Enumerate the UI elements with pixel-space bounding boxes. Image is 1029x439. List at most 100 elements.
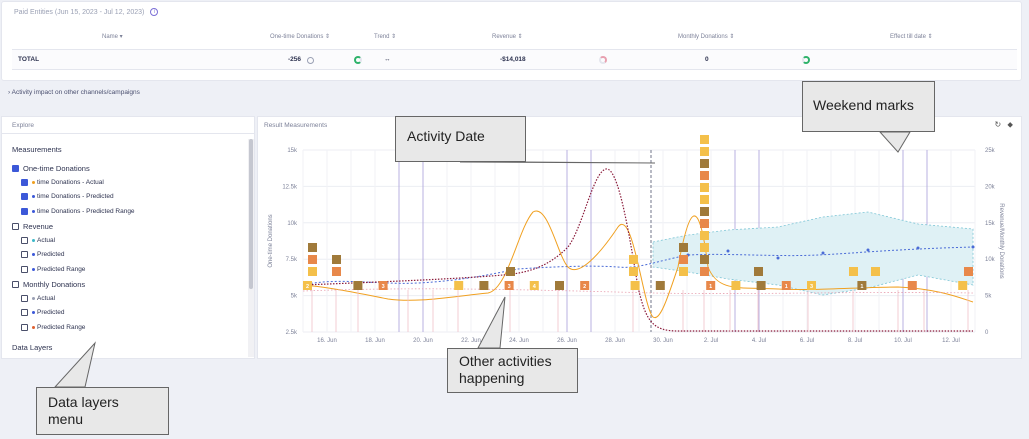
activity-marker: [700, 147, 709, 156]
activity-impact-toggle[interactable]: › Activity impact on other channels/camp…: [8, 89, 140, 96]
y-left-tick-label: 10k: [287, 221, 298, 227]
measurement-item[interactable]: Predicted: [21, 309, 64, 316]
column-header-one-time-donations[interactable]: One-time Donations ⇕: [270, 33, 330, 40]
result-chart[interactable]: 15k 25k12.5k 20k10k 15k7.5k 10k5k 5k2.5k 016. …: [258, 117, 1023, 360]
column-header-name[interactable]: Name ▾: [102, 33, 123, 40]
measurement-item[interactable]: Predicted Range: [21, 323, 86, 331]
activity-marker: [700, 171, 709, 180]
x-tick-label: 20. Jun: [413, 338, 433, 344]
data-layers-heading[interactable]: Data Layers: [12, 343, 52, 352]
measurement-item-label: Actual: [37, 294, 56, 302]
measurement-item-label: time Donations - Actual: [37, 178, 104, 186]
x-tick-label: 6. Jul: [800, 338, 814, 344]
series-color-dot: [32, 195, 35, 198]
measurement-item[interactable]: Actual: [21, 294, 56, 302]
column-header-revenue[interactable]: Revenue ⇕: [492, 33, 523, 40]
measurement-item-label: Predicted: [37, 309, 65, 316]
activity-marker: [506, 267, 515, 276]
paid-entities-panel: Paid Entities (Jun 15, 2023 - Jul 12, 20…: [1, 1, 1022, 81]
paid-entities-title: Paid Entities: [14, 8, 53, 16]
y-right-tick-label: 10k: [985, 257, 996, 263]
measurement-item[interactable]: time Donations - Predicted: [21, 193, 114, 200]
measurement-item[interactable]: One-time Donations: [12, 164, 90, 173]
measurement-item-label: Predicted Range: [37, 265, 86, 273]
x-tick-label: 10. Jul: [894, 338, 912, 344]
activity-marker-label: 2: [306, 284, 309, 290]
activity-marker: [679, 255, 688, 264]
measurement-item[interactable]: Monthly Donations: [12, 280, 85, 289]
activity-marker-label: 3: [810, 284, 813, 290]
predicted-point: [821, 251, 825, 255]
x-tick-label: 16. Jun: [317, 338, 337, 344]
activity-marker: [700, 231, 709, 240]
measurement-item[interactable]: Actual: [21, 236, 55, 244]
checkbox[interactable]: [21, 265, 28, 273]
activity-marker: [849, 267, 858, 276]
activity-marker-label: 3: [508, 284, 511, 290]
result-measurements-panel: Result Measurements ↻ ⬥ 15k 25k 12.5k 20k 10…: [257, 116, 1022, 359]
total-monthly-donations: 0: [705, 56, 709, 63]
checkbox[interactable]: [21, 178, 28, 186]
activity-marker: [700, 243, 709, 252]
predicted-point: [726, 249, 730, 253]
series-color-dot: [32, 267, 35, 271]
measurement-item[interactable]: time Donations - Actual: [21, 178, 104, 186]
callout-weekend-marks-text: Weekend marks: [813, 97, 914, 113]
total-one-time-donations: -256: [288, 56, 302, 63]
y-left-tick-label: 5k: [291, 294, 298, 300]
measurement-item-label: Revenue: [23, 222, 54, 231]
measurement-item[interactable]: Revenue: [12, 222, 53, 231]
measurement-item[interactable]: time Donations - Predicted Range: [21, 207, 135, 215]
series-color-dot: [32, 253, 35, 256]
checkbox[interactable]: [21, 236, 28, 244]
x-tick-label: 22. Jun: [461, 338, 481, 344]
column-header-effect-till-date[interactable]: Effect till date ⇕: [890, 33, 933, 40]
activity-marker: [555, 281, 564, 290]
measurement-item-label: Monthly Donations: [23, 280, 86, 289]
callout-data-layers-menu: Data layers menu: [36, 387, 169, 435]
activity-marker: [871, 267, 880, 276]
y-right-tick-label: 5k: [985, 294, 992, 300]
x-tick-label: 8. Jul: [848, 338, 862, 344]
activity-marker: [700, 219, 709, 228]
measurement-item[interactable]: Predicted: [21, 251, 64, 258]
series-color-dot: [32, 238, 35, 242]
checkbox[interactable]: [12, 223, 19, 230]
checkbox[interactable]: [21, 193, 28, 200]
measurement-item-label: time Donations - Predicted: [37, 193, 114, 200]
activity-marker: [700, 195, 709, 204]
y-left-tick-label: 2.5k: [286, 330, 298, 336]
checkbox[interactable]: [21, 309, 28, 316]
explore-title: Explore: [12, 122, 35, 129]
x-tick-label: 26. Jun: [557, 338, 577, 344]
y-right-tick-label: 0: [985, 330, 989, 336]
checkbox[interactable]: [21, 323, 28, 331]
measurement-item-label: Predicted Range: [37, 323, 86, 331]
info-icon[interactable]: i: [150, 8, 159, 16]
column-header-monthly-donations[interactable]: Monthly Donations ⇕: [678, 33, 734, 40]
scrollbar-thumb[interactable]: [249, 139, 253, 289]
column-header-trend[interactable]: Trend ⇕: [374, 33, 396, 40]
checkbox[interactable]: [12, 165, 19, 172]
x-tick-label: 30. Jun: [653, 338, 673, 344]
activity-marker: [700, 159, 709, 168]
checkbox[interactable]: [21, 251, 28, 258]
paid-entities-heading: Paid Entities (Jun 15, 2023 - Jul 12, 20…: [14, 8, 159, 16]
measurement-item[interactable]: Predicted Range: [21, 265, 86, 273]
paid-entities-date-range: (Jun 15, 2023 - Jul 12, 2023): [54, 8, 145, 16]
activity-marker: [754, 267, 763, 276]
activity-marker: [655, 281, 665, 290]
x-tick-label: 12. Jul: [942, 338, 960, 344]
total-row: TOTAL -256 ↔ -$14,018 0: [12, 49, 1017, 70]
activity-marker: [700, 135, 709, 144]
checkbox[interactable]: [21, 294, 28, 302]
x-tick-label: 18. Jun: [365, 338, 385, 344]
checkbox[interactable]: [21, 207, 28, 215]
progress-ring-icon: [599, 56, 607, 64]
predicted-point: [971, 245, 975, 249]
predicted-point: [776, 256, 780, 260]
activity-marker: [700, 183, 709, 192]
series-color-dot: [32, 209, 35, 213]
explore-scrollbar[interactable]: [248, 139, 254, 357]
checkbox[interactable]: [12, 281, 19, 288]
